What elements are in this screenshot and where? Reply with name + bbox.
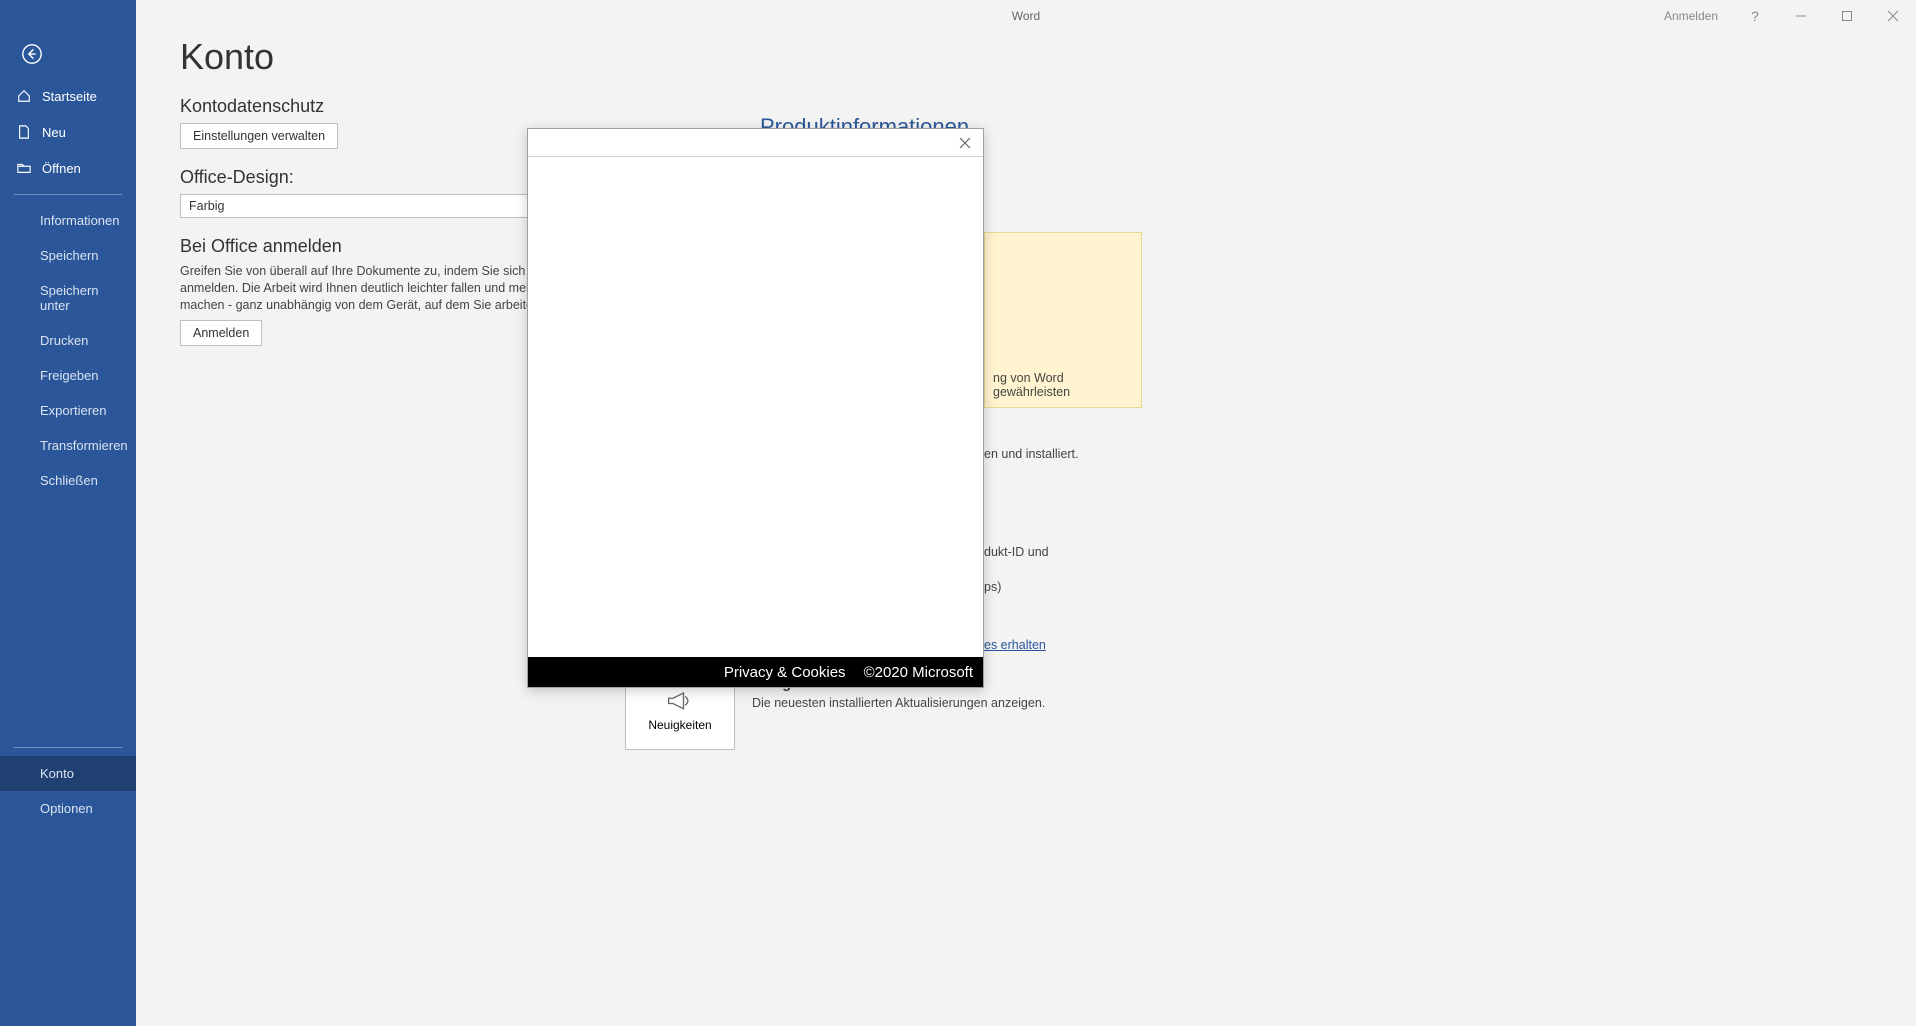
activation-warning-box: ng von Word gewährleisten bbox=[984, 232, 1142, 408]
sidebar-item-exportieren[interactable]: Exportieren bbox=[0, 393, 136, 428]
backstage-sidebar: Startseite Neu Öffnen Informationen Spei… bbox=[0, 0, 136, 1026]
close-icon bbox=[959, 137, 971, 149]
new-doc-icon bbox=[16, 124, 32, 140]
whats-new-label: Neuigkeiten bbox=[648, 718, 711, 732]
sidebar-item-speichern-unter[interactable]: Speichern unter bbox=[0, 273, 136, 323]
sidebar-item-speichern[interactable]: Speichern bbox=[0, 238, 136, 273]
sidebar-item-label: Speichern bbox=[40, 248, 99, 263]
sidebar-item-transformieren[interactable]: Transformieren bbox=[0, 428, 136, 463]
signin-button[interactable]: Anmelden bbox=[180, 320, 262, 346]
theme-heading: Office-Design: bbox=[180, 167, 1872, 188]
open-folder-icon bbox=[16, 160, 32, 176]
sidebar-item-label: Optionen bbox=[40, 801, 93, 816]
dialog-body bbox=[528, 157, 983, 657]
sidebar-item-startseite[interactable]: Startseite bbox=[0, 78, 136, 114]
privacy-heading: Kontodatenschutz bbox=[180, 96, 1872, 117]
signin-dialog: Privacy & Cookies ©2020 Microsoft bbox=[527, 128, 984, 688]
manage-privacy-button[interactable]: Einstellungen verwalten bbox=[180, 123, 338, 149]
sidebar-item-oeffnen[interactable]: Öffnen bbox=[0, 150, 136, 186]
sidebar-item-label: Schließen bbox=[40, 473, 98, 488]
sidebar-item-label: Informationen bbox=[40, 213, 120, 228]
sidebar-item-label: Speichern unter bbox=[40, 283, 120, 313]
sidebar-item-schliessen[interactable]: Schließen bbox=[0, 463, 136, 498]
privacy-cookies-link[interactable]: Privacy & Cookies bbox=[724, 664, 846, 681]
back-arrow-icon bbox=[21, 43, 43, 65]
theme-select[interactable]: Farbig bbox=[180, 194, 578, 218]
sidebar-separator bbox=[14, 194, 122, 195]
copyright-text: ©2020 Microsoft bbox=[864, 664, 973, 681]
sidebar-separator bbox=[14, 747, 122, 748]
sidebar-item-freigeben[interactable]: Freigeben bbox=[0, 358, 136, 393]
back-button[interactable] bbox=[14, 36, 50, 72]
sidebar-item-label: Drucken bbox=[40, 333, 88, 348]
text-fragment: ps) bbox=[984, 580, 1001, 594]
sidebar-item-label: Neu bbox=[42, 125, 66, 140]
text-fragment: dukt-ID und bbox=[984, 545, 1049, 559]
link-fragment[interactable]: es erhalten bbox=[984, 638, 1046, 652]
dialog-footer: Privacy & Cookies ©2020 Microsoft bbox=[528, 657, 983, 687]
megaphone-icon bbox=[666, 688, 694, 712]
sidebar-item-drucken[interactable]: Drucken bbox=[0, 323, 136, 358]
whats-new-desc: Die neuesten installierten Aktualisierun… bbox=[752, 696, 1045, 710]
home-icon bbox=[16, 88, 32, 104]
sidebar-item-label: Exportieren bbox=[40, 403, 106, 418]
sidebar-item-informationen[interactable]: Informationen bbox=[0, 203, 136, 238]
sidebar-item-label: Freigeben bbox=[40, 368, 99, 383]
page-title: Konto bbox=[180, 36, 1872, 78]
sidebar-item-neu[interactable]: Neu bbox=[0, 114, 136, 150]
dialog-close-button[interactable] bbox=[953, 131, 977, 155]
sidebar-item-label: Konto bbox=[40, 766, 74, 781]
main-content: Konto Kontodatenschutz Einstellungen ver… bbox=[136, 0, 1916, 1026]
sidebar-item-label: Öffnen bbox=[42, 161, 81, 176]
sidebar-item-konto[interactable]: Konto bbox=[0, 756, 136, 791]
sidebar-item-optionen[interactable]: Optionen bbox=[0, 791, 136, 826]
sidebar-item-label: Startseite bbox=[42, 89, 97, 104]
sidebar-item-label: Transformieren bbox=[40, 438, 128, 453]
warning-text-fragment: ng von Word gewährleisten bbox=[993, 371, 1133, 399]
dialog-header bbox=[528, 129, 983, 157]
text-fragment: en und installiert. bbox=[984, 447, 1079, 461]
